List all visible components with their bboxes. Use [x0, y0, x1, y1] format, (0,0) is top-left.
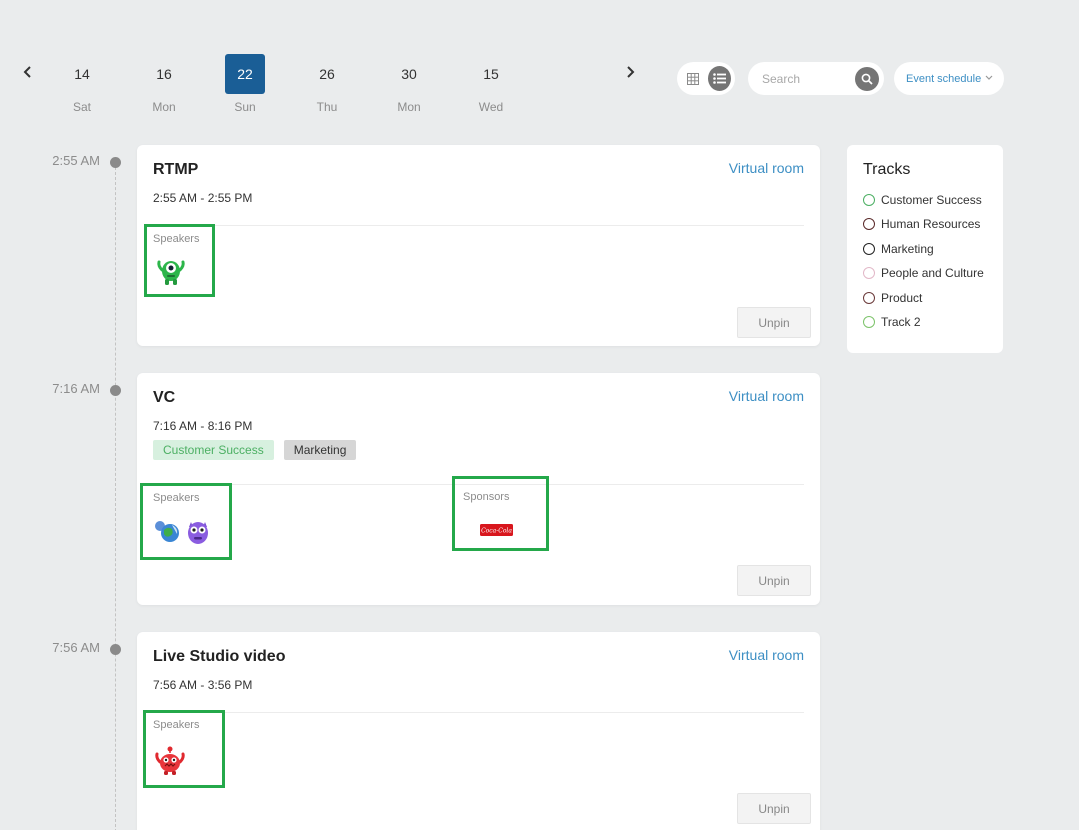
prev-dates-button[interactable]: [18, 62, 38, 82]
sponsors-label: Sponsors: [463, 491, 510, 503]
next-dates-button[interactable]: [620, 62, 640, 82]
green-monster-avatar-icon[interactable]: [156, 256, 186, 286]
track-item-people-and-culture[interactable]: People and Culture: [863, 266, 984, 280]
red-monster-avatar-icon[interactable]: [155, 746, 185, 776]
tracks-title: Tracks: [863, 161, 911, 178]
track-item-track-2[interactable]: Track 2: [863, 315, 921, 329]
date-weekday: Wed: [478, 100, 504, 114]
tag-marketing: Marketing: [283, 440, 357, 460]
date-item-0[interactable]: 14 Sat: [62, 54, 102, 114]
track-label: Product: [881, 291, 923, 305]
tag-customer-success: Customer Success: [153, 440, 274, 460]
track-radio-icon: [863, 243, 875, 255]
track-radio-icon: [863, 292, 875, 304]
track-item-human-resources[interactable]: Human Resources: [863, 217, 980, 231]
tracks-panel: Tracks Customer Success Human Resources …: [847, 145, 1003, 353]
track-item-customer-success[interactable]: Customer Success: [863, 193, 982, 207]
event-card-rtmp[interactable]: RTMP Virtual room 2:55 AM - 2:55 PM Spea…: [137, 145, 820, 346]
track-radio-icon: [863, 194, 875, 206]
sponsors-group: Sponsors Coca-Cola: [452, 476, 549, 551]
chevron-left-icon: [23, 66, 31, 78]
track-label: Human Resources: [881, 217, 981, 231]
list-view-button[interactable]: [708, 66, 731, 91]
event-time-label: 2:55 AM: [52, 153, 100, 168]
chevron-down-icon: [985, 75, 993, 80]
event-time-label: 7:56 AM: [52, 640, 100, 655]
event-card-vc[interactable]: VC Virtual room 7:16 AM - 8:16 PM Custom…: [137, 373, 820, 605]
event-card-live-studio-video[interactable]: Live Studio video Virtual room 7:56 AM -…: [137, 632, 820, 830]
track-label: People and Culture: [881, 266, 984, 280]
date-number: 16: [156, 66, 172, 82]
search-box: [748, 62, 884, 95]
date-item-2-selected[interactable]: 22 Sun: [225, 54, 265, 114]
track-radio-icon: [863, 218, 875, 230]
date-weekday: Mon: [152, 100, 176, 114]
event-schedule-select[interactable]: Event schedule: [894, 62, 1004, 95]
view-toggle: [677, 62, 735, 95]
track-label: Track 2: [881, 315, 921, 329]
virtual-room-link[interactable]: Virtual room: [729, 647, 804, 663]
date-number: 30: [401, 66, 417, 82]
date-weekday: Thu: [316, 100, 338, 114]
virtual-room-link[interactable]: Virtual room: [729, 160, 804, 176]
grid-icon: [686, 72, 699, 85]
date-weekday: Sun: [234, 100, 256, 114]
event-time-range: 7:56 AM - 3:56 PM: [153, 678, 253, 692]
purple-monster-avatar-icon[interactable]: [183, 516, 213, 546]
date-item-5[interactable]: 15 Wed: [471, 54, 511, 114]
unpin-button[interactable]: Unpin: [737, 793, 811, 824]
event-schedule-label: Event schedule: [906, 72, 982, 85]
date-number: 15: [483, 66, 499, 82]
card-divider: [153, 712, 804, 713]
earth-avatar-icon[interactable]: [152, 516, 182, 546]
track-radio-icon: [863, 316, 875, 328]
speakers-label: Speakers: [153, 233, 200, 245]
track-item-product[interactable]: Product: [863, 291, 922, 305]
virtual-room-link[interactable]: Virtual room: [729, 388, 804, 404]
date-item-1[interactable]: 16 Mon: [144, 54, 184, 114]
speakers-label: Speakers: [153, 492, 200, 504]
search-button[interactable]: [855, 67, 879, 91]
track-label: Marketing: [881, 242, 934, 256]
track-item-marketing[interactable]: Marketing: [863, 242, 934, 256]
speakers-group: Speakers: [140, 483, 232, 560]
date-number: 26: [319, 66, 335, 82]
speakers-group: Speakers: [144, 224, 215, 297]
track-radio-icon: [863, 267, 875, 279]
unpin-button[interactable]: Unpin: [737, 307, 811, 338]
unpin-button[interactable]: Unpin: [737, 565, 811, 596]
date-item-4[interactable]: 30 Mon: [389, 54, 429, 114]
timeline-dot: [110, 385, 121, 396]
list-icon: [713, 73, 726, 84]
search-input[interactable]: [762, 71, 848, 86]
track-label: Customer Success: [881, 193, 982, 207]
speakers-label: Speakers: [153, 719, 200, 731]
event-tags: Customer Success Marketing: [153, 440, 357, 460]
timeline-dot: [110, 644, 121, 655]
search-icon: [861, 73, 873, 85]
grid-view-button[interactable]: [681, 66, 704, 91]
coca-cola-logo-text: Coca-Cola: [481, 528, 512, 535]
speakers-group: Speakers: [143, 710, 225, 788]
date-item-3[interactable]: 26 Thu: [307, 54, 347, 114]
timeline-dot: [110, 157, 121, 168]
card-divider: [153, 225, 804, 226]
date-number: 14: [74, 66, 90, 82]
date-weekday: Sat: [72, 100, 91, 114]
coca-cola-logo-icon[interactable]: Coca-Cola: [480, 524, 513, 536]
date-number: 22: [225, 54, 265, 94]
event-title: Live Studio video: [153, 648, 286, 665]
event-time-label: 7:16 AM: [52, 381, 100, 396]
date-weekday: Mon: [397, 100, 421, 114]
chevron-right-icon: [627, 66, 635, 78]
event-time-range: 7:16 AM - 8:16 PM: [153, 419, 253, 433]
timeline-line: [115, 162, 116, 830]
event-time-range: 2:55 AM - 2:55 PM: [153, 191, 253, 205]
event-title: VC: [153, 389, 176, 406]
event-title: RTMP: [153, 161, 199, 178]
